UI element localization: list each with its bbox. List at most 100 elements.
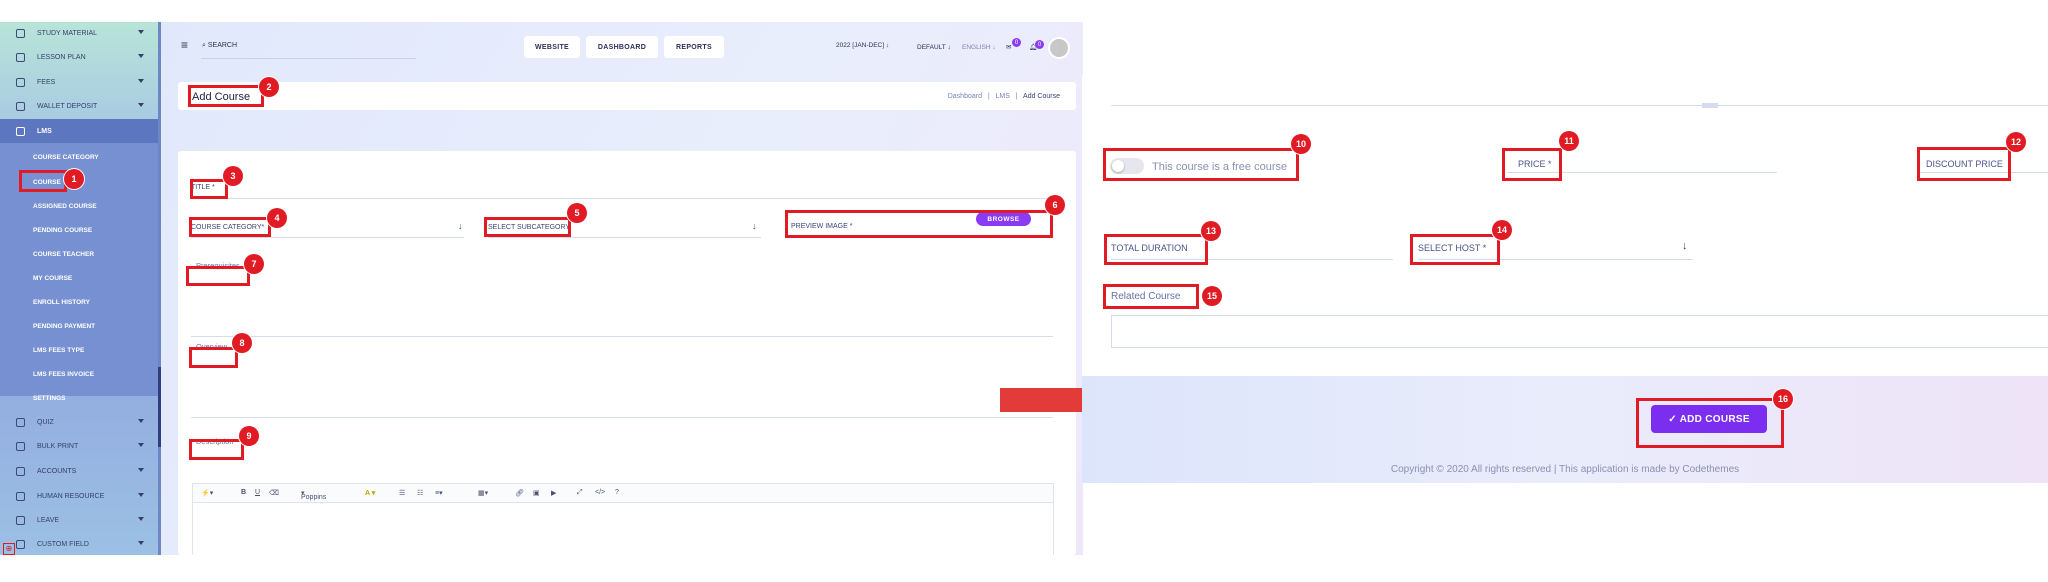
ordered-list-icon[interactable]: ☷	[417, 489, 423, 497]
annotation-box-15	[1103, 284, 1199, 309]
annotation-box-9	[189, 439, 244, 460]
table-icon[interactable]: ▦▾	[478, 489, 488, 497]
wallet-icon	[16, 466, 25, 476]
avatar[interactable]	[1048, 37, 1070, 59]
breadcrumb-lms[interactable]: LMS	[996, 93, 1010, 100]
editor-toolbar: ⚡▾ B U ⌫ Poppins ▾ A ▾ ☰ ☷ ≡▾ ▦▾ 🔗︎ ▣ ▶ …	[192, 483, 1054, 503]
sidebar-item-study-material[interactable]: STUDY MATERIAL	[0, 22, 158, 44]
sidebar-item-bulk-print[interactable]: BULK PRINT	[0, 435, 158, 457]
breadcrumb-dashboard[interactable]: Dashboard	[948, 93, 982, 100]
horizontal-scroll-track	[1111, 105, 2048, 106]
sidebar-item-leave[interactable]: LEAVE	[0, 509, 158, 531]
chevron-down-icon: ↓	[752, 221, 757, 231]
sidebar-sub-lms-fees-type[interactable]: LMS FEES TYPE	[0, 339, 158, 361]
chevron-down-icon	[138, 419, 144, 423]
annotation-number-11: 11	[1559, 131, 1579, 151]
reports-button[interactable]: REPORTS	[664, 36, 724, 58]
sidebar-sub-settings[interactable]: SETTINGS	[0, 387, 158, 409]
sidebar-sub-pending-payment[interactable]: PENDING PAYMENT	[0, 315, 158, 337]
sidebar-sub-my-course[interactable]: MY COURSE	[0, 267, 158, 289]
sidebar-item-wallet-deposit[interactable]: WALLET DEPOSIT	[0, 95, 158, 117]
annotation-box-14	[1410, 234, 1500, 265]
horizontal-scroll-thumb[interactable]	[1702, 103, 1718, 108]
overview-underline	[191, 417, 1053, 418]
user-icon	[16, 126, 25, 136]
annotation-number-14: 14	[1492, 220, 1512, 240]
sidebar-item-human-resource[interactable]: HUMAN RESOURCE	[0, 485, 158, 507]
notification-badge: 0	[1035, 40, 1044, 49]
annotation-number-10: 10	[1291, 134, 1311, 154]
bold-button[interactable]: B	[241, 489, 246, 496]
align-icon[interactable]: ≡▾	[435, 489, 443, 497]
annotation-number-8: 8	[232, 333, 252, 353]
chevron-down-icon	[138, 468, 144, 472]
search-input[interactable]: ⌕ SEARCH	[202, 42, 237, 50]
sidebar-sub-lms-fees-invoice[interactable]: LMS FEES INVOICE	[0, 363, 158, 385]
app-corner-icon[interactable]: ⊕	[3, 543, 15, 555]
sidebar: STUDY MATERIAL LESSON PLAN FEES WALLET D…	[0, 22, 160, 555]
left-screenshot: STUDY MATERIAL LESSON PLAN FEES WALLET D…	[0, 22, 1083, 555]
user-icon	[16, 417, 25, 427]
annotation-box-13	[1104, 234, 1208, 265]
underline-button[interactable]: U	[255, 489, 260, 496]
annotation-number-6: 6	[1045, 195, 1065, 215]
annotation-box-10	[1103, 148, 1299, 181]
annotation-box-12	[1917, 147, 2011, 181]
document-icon	[16, 441, 25, 451]
annotation-box-11	[1502, 148, 1562, 181]
breadcrumb: Dashboard | LMS | Add Course	[947, 93, 1060, 100]
magic-icon[interactable]: ⚡▾	[201, 489, 213, 497]
annotation-box-6	[785, 210, 1053, 238]
related-course-input[interactable]	[1111, 315, 2048, 348]
description-editor[interactable]	[192, 503, 1054, 555]
menu-icon[interactable]: ≡	[181, 38, 191, 52]
fullscreen-icon[interactable]: ⤢	[577, 489, 583, 497]
color-icon[interactable]: A ▾	[365, 489, 375, 497]
chevron-down-icon	[138, 493, 144, 497]
annotation-box-5	[484, 217, 571, 237]
language-selector[interactable]: ENGLISH ↓	[962, 44, 996, 51]
help-icon[interactable]: ?	[615, 489, 619, 496]
breadcrumb-card: Add Course Dashboard | LMS | Add Course	[178, 82, 1076, 110]
image-icon[interactable]: ▣	[533, 489, 540, 497]
chevron-down-icon	[138, 517, 144, 521]
link-icon[interactable]: 🔗︎	[515, 489, 524, 497]
sidebar-sub-course-teacher[interactable]: COURSE TEACHER	[0, 243, 158, 265]
sidebar-sub-pending-course[interactable]: PENDING COURSE	[0, 219, 158, 241]
video-icon[interactable]: ▶	[551, 489, 556, 497]
session-selector[interactable]: 2022 [JAN-DEC] ↓	[836, 42, 889, 49]
sidebar-item-fees[interactable]: FEES	[0, 71, 158, 93]
chevron-down-icon	[138, 79, 144, 83]
sidebar-item-quiz[interactable]: QUIZ	[0, 411, 158, 433]
annotation-number-3: 3	[223, 166, 243, 186]
sidebar-sub-enroll-history[interactable]: ENROLL HISTORY	[0, 291, 158, 313]
annotation-box-4	[189, 217, 271, 237]
website-button[interactable]: WEBSITE	[524, 36, 580, 58]
chevron-down-icon: ↓	[992, 44, 996, 51]
wallet-icon	[16, 101, 25, 111]
chevron-down-icon	[138, 54, 144, 58]
sidebar-sub-course-category[interactable]: COURSE CATEGORY	[0, 146, 158, 168]
eraser-icon[interactable]: ⌫	[269, 489, 279, 497]
sidebar-item-lesson-plan[interactable]: LESSON PLAN	[0, 46, 158, 68]
bullet-list-icon[interactable]: ☰	[399, 489, 405, 497]
font-family-select[interactable]: Poppins ▾	[301, 489, 326, 501]
sidebar-item-lms[interactable]: LMS	[0, 119, 158, 143]
title-underline	[191, 198, 1053, 199]
annotation-number-9: 9	[239, 426, 259, 446]
copyright-text: Copyright © 2020 All rights reserved | T…	[1390, 464, 1740, 475]
annotation-number-12: 12	[2006, 132, 2026, 152]
theme-selector[interactable]: DEFAULT ↓	[917, 44, 951, 51]
code-view-icon[interactable]: </>	[595, 489, 605, 496]
chevron-down-icon	[138, 443, 144, 447]
sidebar-item-custom-field[interactable]: CUSTOM FIELD	[0, 533, 158, 555]
chevron-down-icon	[138, 30, 144, 34]
annotation-box-8	[189, 347, 238, 368]
annotation-number-5: 5	[567, 203, 587, 223]
mail-icon[interactable]: ✉	[1006, 43, 1011, 51]
dashboard-button[interactable]: DASHBOARD	[586, 36, 658, 58]
sidebar-item-accounts[interactable]: ACCOUNTS	[0, 460, 158, 482]
sidebar-sub-assigned-course[interactable]: ASSIGNED COURSE	[0, 195, 158, 217]
annotation-box-2	[188, 85, 264, 107]
mail-badge: 0	[1012, 38, 1021, 47]
